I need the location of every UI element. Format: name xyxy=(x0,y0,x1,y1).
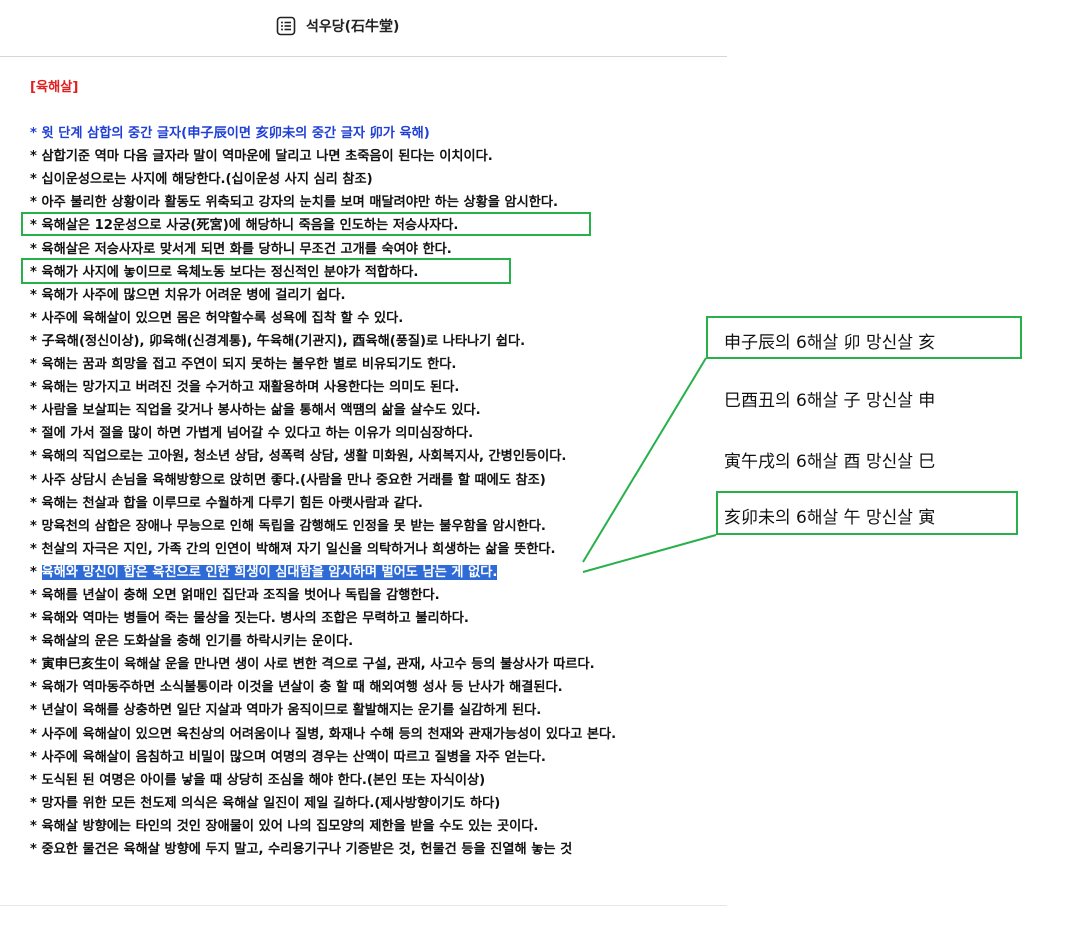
note-line: 申子辰의 6해살 卯 망신살 亥 xyxy=(724,333,936,353)
bottom-divider xyxy=(0,905,727,906)
note-line: 寅午戌의 6해살 酉 망신살 巳 xyxy=(724,452,936,472)
note-line: 巳酉丑의 6해살 子 망신살 申 xyxy=(724,391,936,411)
connector-line-bottom xyxy=(582,534,717,573)
note-line: 亥卯未의 6해살 午 망신살 寅 xyxy=(724,508,936,528)
connector-line-top xyxy=(582,357,707,563)
